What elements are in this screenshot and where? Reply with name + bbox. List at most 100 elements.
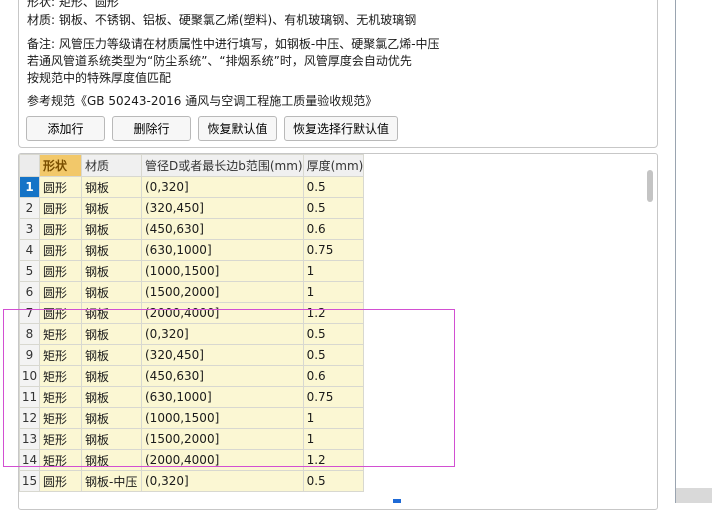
material-cell[interactable]: 钢板: [81, 407, 142, 429]
table-row[interactable]: 1 圆形 钢板 (0,320] 0.5: [19, 176, 365, 198]
row-number-cell[interactable]: 9: [19, 344, 40, 366]
table-row[interactable]: 8 矩形 钢板 (0,320] 0.5: [19, 323, 365, 345]
table-row[interactable]: 13 矩形 钢板 (1500,2000] 1: [19, 428, 365, 450]
table-row[interactable]: 5 圆形 钢板 (1000,1500] 1: [19, 260, 365, 282]
range-cell[interactable]: (2000,4000]: [141, 449, 304, 471]
range-cell[interactable]: (1500,2000]: [141, 281, 304, 303]
row-number-cell[interactable]: 13: [19, 428, 40, 450]
row-number-cell[interactable]: 3: [19, 218, 40, 240]
restore-default-button[interactable]: 恢复默认值: [198, 116, 277, 141]
row-number-cell[interactable]: 15: [19, 470, 40, 492]
material-cell[interactable]: 钢板: [81, 302, 142, 324]
range-cell[interactable]: (320,450]: [141, 344, 304, 366]
material-cell[interactable]: 钢板: [81, 260, 142, 282]
table-row[interactable]: 6 圆形 钢板 (1500,2000] 1: [19, 281, 365, 303]
thickness-cell[interactable]: 1.2: [302, 302, 365, 324]
shape-cell[interactable]: 矩形: [39, 428, 82, 450]
material-cell[interactable]: 钢板: [81, 365, 142, 387]
table-row[interactable]: 10 矩形 钢板 (450,630] 0.6: [19, 365, 365, 387]
restore-selected-default-button[interactable]: 恢复选择行默认值: [284, 116, 398, 141]
row-number-cell[interactable]: 1: [19, 176, 40, 198]
table-row[interactable]: 14 矩形 钢板 (2000,4000] 1.2: [19, 449, 365, 471]
material-cell[interactable]: 钢板: [81, 344, 142, 366]
thickness-cell[interactable]: 1: [302, 281, 365, 303]
material-cell[interactable]: 钢板: [81, 281, 142, 303]
table-row[interactable]: 2 圆形 钢板 (320,450] 0.5: [19, 197, 365, 219]
shape-cell[interactable]: 矩形: [39, 407, 82, 429]
header-shape[interactable]: 形状: [39, 154, 82, 177]
range-cell[interactable]: (450,630]: [141, 218, 304, 240]
shape-cell[interactable]: 矩形: [39, 323, 82, 345]
vertical-scrollbar-thumb[interactable]: [647, 170, 653, 202]
row-number-cell[interactable]: 11: [19, 386, 40, 408]
range-cell[interactable]: (1000,1500]: [141, 407, 304, 429]
thickness-cell[interactable]: 0.5: [302, 344, 365, 366]
shape-cell[interactable]: 矩形: [39, 344, 82, 366]
range-cell[interactable]: (0,320]: [141, 323, 304, 345]
shape-cell[interactable]: 圆形: [39, 197, 82, 219]
shape-cell[interactable]: 矩形: [39, 449, 82, 471]
table-row[interactable]: 15 圆形 钢板-中压 (0,320] 0.5: [19, 470, 365, 492]
range-cell[interactable]: (0,320]: [141, 470, 304, 492]
thickness-cell[interactable]: 1: [302, 407, 365, 429]
row-number-cell[interactable]: 8: [19, 323, 40, 345]
header-material[interactable]: 材质: [81, 154, 142, 177]
range-cell[interactable]: (0,320]: [141, 176, 304, 198]
shape-cell[interactable]: 圆形: [39, 260, 82, 282]
shape-cell[interactable]: 圆形: [39, 302, 82, 324]
shape-cell[interactable]: 矩形: [39, 386, 82, 408]
thickness-cell[interactable]: 0.6: [302, 365, 365, 387]
table-row[interactable]: 7 圆形 钢板 (2000,4000] 1.2: [19, 302, 365, 324]
row-number-cell[interactable]: 5: [19, 260, 40, 282]
shape-cell[interactable]: 圆形: [39, 239, 82, 261]
thickness-cell[interactable]: 1: [302, 260, 365, 282]
material-cell[interactable]: 钢板: [81, 218, 142, 240]
table-row[interactable]: 11 矩形 钢板 (630,1000] 0.75: [19, 386, 365, 408]
shape-cell[interactable]: 圆形: [39, 281, 82, 303]
thickness-cell[interactable]: 1.2: [302, 449, 365, 471]
material-cell[interactable]: 钢板: [81, 386, 142, 408]
table-row[interactable]: 3 圆形 钢板 (450,630] 0.6: [19, 218, 365, 240]
thickness-cell[interactable]: 0.5: [302, 323, 365, 345]
thickness-cell[interactable]: 0.75: [302, 239, 365, 261]
range-cell[interactable]: (630,1000]: [141, 239, 304, 261]
row-number-cell[interactable]: 7: [19, 302, 40, 324]
range-cell[interactable]: (630,1000]: [141, 386, 304, 408]
row-number-cell[interactable]: 4: [19, 239, 40, 261]
thickness-cell[interactable]: 0.75: [302, 386, 365, 408]
material-cell[interactable]: 钢板-中压: [81, 470, 142, 492]
table-row[interactable]: 9 矩形 钢板 (320,450] 0.5: [19, 344, 365, 366]
range-cell[interactable]: (1500,2000]: [141, 428, 304, 450]
material-cell[interactable]: 钢板: [81, 323, 142, 345]
thickness-cell[interactable]: 0.5: [302, 176, 365, 198]
header-corner[interactable]: [19, 154, 40, 177]
shape-cell[interactable]: 圆形: [39, 176, 82, 198]
add-row-button[interactable]: 添加行: [26, 116, 105, 141]
thickness-cell[interactable]: 0.5: [302, 197, 365, 219]
material-cell[interactable]: 钢板: [81, 449, 142, 471]
row-number-cell[interactable]: 14: [19, 449, 40, 471]
material-cell[interactable]: 钢板: [81, 428, 142, 450]
row-number-cell[interactable]: 10: [19, 365, 40, 387]
header-thickness[interactable]: 厚度(mm): [302, 154, 365, 177]
table-row[interactable]: 12 矩形 钢板 (1000,1500] 1: [19, 407, 365, 429]
row-number-cell[interactable]: 2: [19, 197, 40, 219]
range-cell[interactable]: (450,630]: [141, 365, 304, 387]
thickness-cell[interactable]: 1: [302, 428, 365, 450]
material-cell[interactable]: 钢板: [81, 197, 142, 219]
header-range[interactable]: 管径D或者最长边b范围(mm): [141, 154, 304, 177]
range-cell[interactable]: (1000,1500]: [141, 260, 304, 282]
delete-row-button[interactable]: 删除行: [112, 116, 191, 141]
material-cell[interactable]: 钢板: [81, 176, 142, 198]
shape-cell[interactable]: 圆形: [39, 218, 82, 240]
thickness-cell[interactable]: 0.6: [302, 218, 365, 240]
range-cell[interactable]: (2000,4000]: [141, 302, 304, 324]
shape-cell[interactable]: 圆形: [39, 470, 82, 492]
range-cell[interactable]: (320,450]: [141, 197, 304, 219]
row-number-cell[interactable]: 6: [19, 281, 40, 303]
thickness-cell[interactable]: 0.5: [302, 470, 365, 492]
row-number-cell[interactable]: 12: [19, 407, 40, 429]
table-row[interactable]: 4 圆形 钢板 (630,1000] 0.75: [19, 239, 365, 261]
shape-cell[interactable]: 矩形: [39, 365, 82, 387]
material-cell[interactable]: 钢板: [81, 239, 142, 261]
